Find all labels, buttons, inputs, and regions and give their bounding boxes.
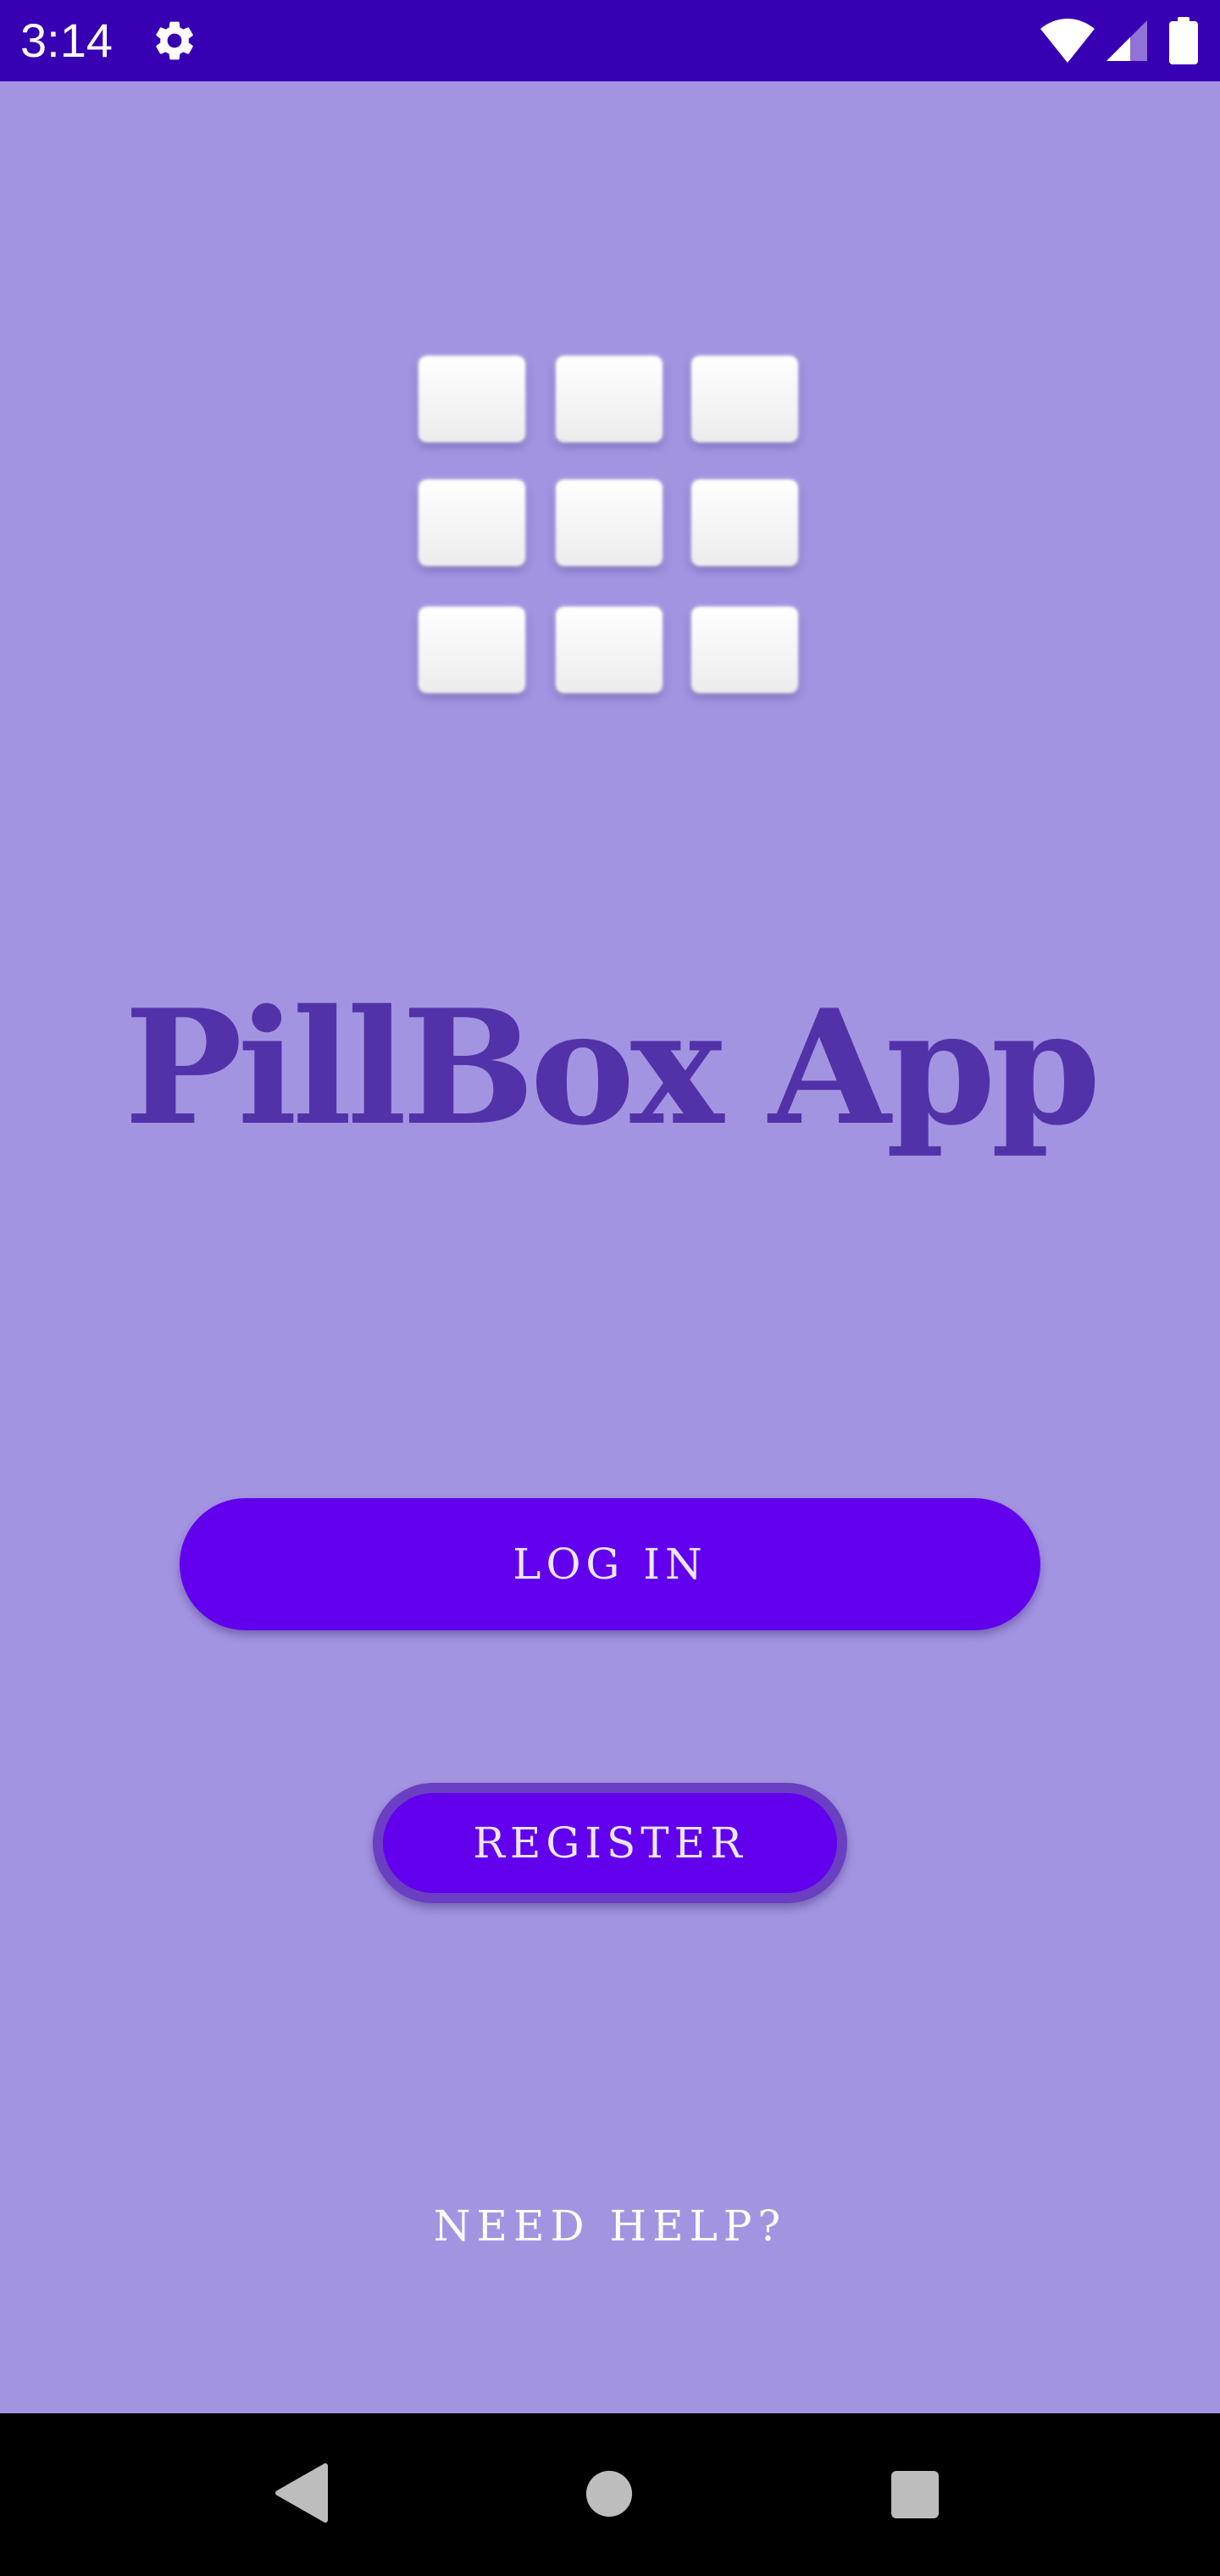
back-icon[interactable]: [274, 2462, 329, 2523]
login-button-label: LOG IN: [513, 1540, 707, 1589]
home-icon[interactable]: [585, 2469, 634, 2518]
battery-icon: [1169, 17, 1198, 64]
pill-cell: [556, 356, 663, 442]
pill-cell: [691, 607, 798, 693]
recents-icon[interactable]: [890, 2469, 940, 2520]
pill-cell: [419, 480, 525, 566]
register-button[interactable]: REGISTER: [373, 1783, 847, 1903]
gear-icon: [156, 21, 193, 60]
cell-signal-icon: [1106, 20, 1147, 61]
login-button[interactable]: LOG IN: [180, 1498, 1040, 1630]
welcome-screen: 3:14 PillBox App LOG IN REGISTER NEED HE…: [0, 0, 1220, 2576]
wifi-icon: [1040, 19, 1095, 63]
status-time: 3:14: [20, 14, 113, 67]
pill-cell: [691, 480, 798, 566]
pill-cell: [556, 607, 663, 693]
pill-grid-icon: [419, 356, 801, 698]
status-bar: 3:14: [0, 0, 1220, 81]
pill-cell: [419, 607, 525, 693]
pill-cell: [419, 356, 525, 442]
app-title: PillBox App: [124, 974, 1101, 1160]
register-button-label: REGISTER: [473, 1818, 747, 1868]
pill-cell: [556, 480, 663, 566]
navigation-bar: [0, 2413, 1220, 2576]
pill-cell: [691, 356, 798, 442]
need-help-link[interactable]: NEED HELP?: [0, 2196, 1220, 2256]
